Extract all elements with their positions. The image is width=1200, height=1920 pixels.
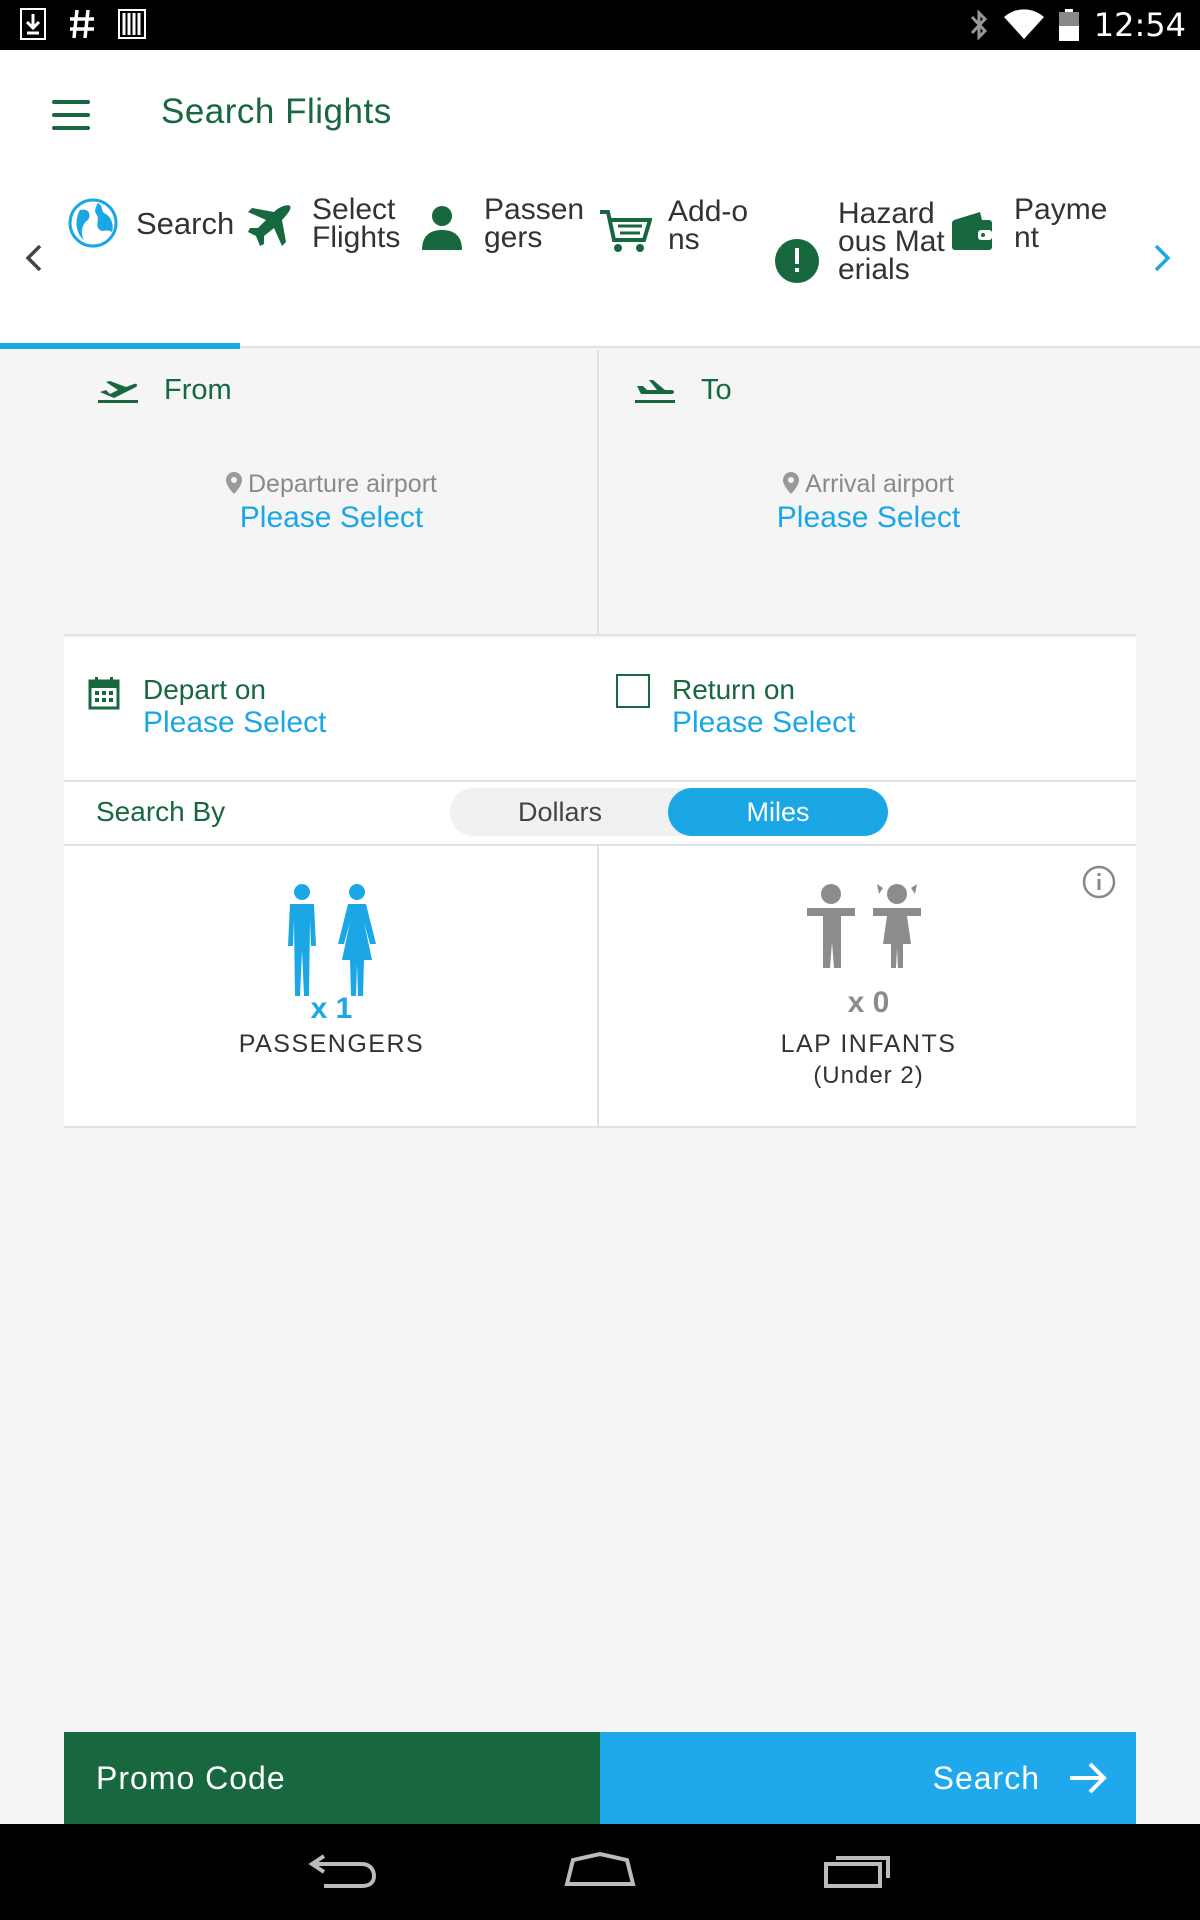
page-title: Search Flights (161, 92, 392, 131)
infants-sublabel: (Under 2) (813, 1062, 924, 1089)
step-addons[interactable]: Add-ons (598, 197, 758, 256)
download-icon (20, 8, 46, 40)
search-button[interactable]: Search (600, 1732, 1136, 1824)
to-label: To (701, 374, 732, 406)
step-search[interactable]: Search (68, 198, 234, 248)
location-pin-icon (226, 472, 242, 494)
hash-icon (70, 9, 94, 39)
globe-icon (68, 198, 118, 248)
step-hazardous-materials[interactable]: Hazardous Materials (774, 197, 950, 286)
calendar-icon (88, 677, 120, 710)
person-icon (422, 206, 462, 250)
action-bar: Promo Code Search (64, 1732, 1136, 1824)
step-label: Add-ons (668, 195, 749, 256)
step-label: Select Flights (312, 193, 401, 254)
departure-airport-label: Departure airport (64, 470, 599, 499)
travelers-panel: x 1 PASSENGERS x 0 LAP INFANTS (Under 2) (64, 846, 1136, 1128)
takeoff-icon (98, 381, 138, 403)
recents-icon[interactable] (822, 1852, 892, 1888)
step-select-flights[interactable]: Select Flights (246, 195, 422, 253)
search-by-toggle[interactable]: Dollars Miles (450, 788, 888, 836)
infants-count: x 0 (847, 986, 890, 1019)
dollars-option[interactable]: Dollars (450, 788, 670, 836)
chevron-right-icon[interactable] (1150, 240, 1180, 280)
location-pin-icon (783, 472, 800, 494)
arrival-airport-label: Arrival airport (601, 470, 1136, 499)
wallet-icon (952, 212, 992, 250)
clock: 12:54 (1093, 6, 1186, 44)
menu-icon[interactable] (52, 100, 90, 130)
step-navigation: Search Select Flights Passengers Add-ons… (0, 180, 1200, 349)
passengers-count: x 1 (310, 992, 353, 1025)
step-label: Hazardous Materials (838, 197, 945, 286)
search-label: Search (932, 1759, 1040, 1796)
alert-icon (775, 239, 819, 283)
to-section[interactable]: To Arrival airport Please Select (601, 350, 1136, 634)
search-by-label: Search By (96, 796, 226, 827)
landing-icon (635, 380, 675, 403)
step-progress-indicator (0, 343, 240, 349)
passengers-label: PASSENGERS (238, 1030, 425, 1058)
depart-value[interactable]: Please Select (143, 706, 326, 740)
barcode-icon (118, 9, 146, 39)
lap-infants-selector[interactable]: x 0 LAP INFANTS (Under 2) (601, 846, 1136, 1126)
depart-date-field[interactable]: Depart on Please Select (64, 638, 600, 780)
depart-label: Depart on (143, 674, 266, 705)
return-date-field[interactable]: Return on Please Select (600, 638, 1136, 780)
home-icon[interactable] (563, 1852, 637, 1888)
return-label: Return on (672, 674, 795, 705)
from-label: From (164, 374, 232, 406)
bluetooth-icon (970, 9, 987, 41)
miles-option[interactable]: Miles (668, 788, 888, 836)
wifi-icon (1003, 9, 1044, 39)
route-panel: From Departure airport Please Select To … (64, 350, 1136, 636)
plane-icon (248, 205, 291, 246)
cart-icon (600, 210, 652, 252)
info-icon[interactable] (1081, 864, 1117, 900)
battery-icon (1058, 9, 1079, 41)
step-label: Payment (1014, 193, 1108, 254)
arrival-airport-value[interactable]: Please Select (601, 501, 1136, 535)
step-passengers[interactable]: Passengers (420, 195, 594, 253)
search-by-panel: Search By Dollars Miles (64, 782, 1136, 846)
system-navigation-bar (0, 1824, 1200, 1920)
arrow-right-icon (1070, 1762, 1107, 1794)
back-icon[interactable] (308, 1850, 378, 1890)
return-value[interactable]: Please Select (672, 706, 855, 740)
step-payment[interactable]: Payment (950, 195, 1124, 253)
chevron-left-icon[interactable] (22, 240, 52, 280)
step-label: Passengers (484, 193, 585, 254)
step-label: Search (136, 206, 235, 241)
passengers-selector[interactable]: x 1 PASSENGERS (64, 846, 599, 1126)
infants-label: LAP INFANTS (780, 1030, 957, 1058)
from-section[interactable]: From Departure airport Please Select (64, 350, 599, 634)
promo-code-button[interactable]: Promo Code (64, 1732, 600, 1824)
promo-code-label: Promo Code (96, 1759, 286, 1796)
status-bar: 12:54 (0, 0, 1200, 50)
app-bar: Search Flights (0, 50, 1200, 180)
dates-panel: Depart on Please Select Return on Please… (64, 638, 1136, 782)
return-checkbox[interactable] (616, 674, 650, 708)
departure-airport-value[interactable]: Please Select (64, 501, 599, 535)
infant-icon (807, 884, 921, 968)
adult-passengers-icon (288, 884, 376, 996)
